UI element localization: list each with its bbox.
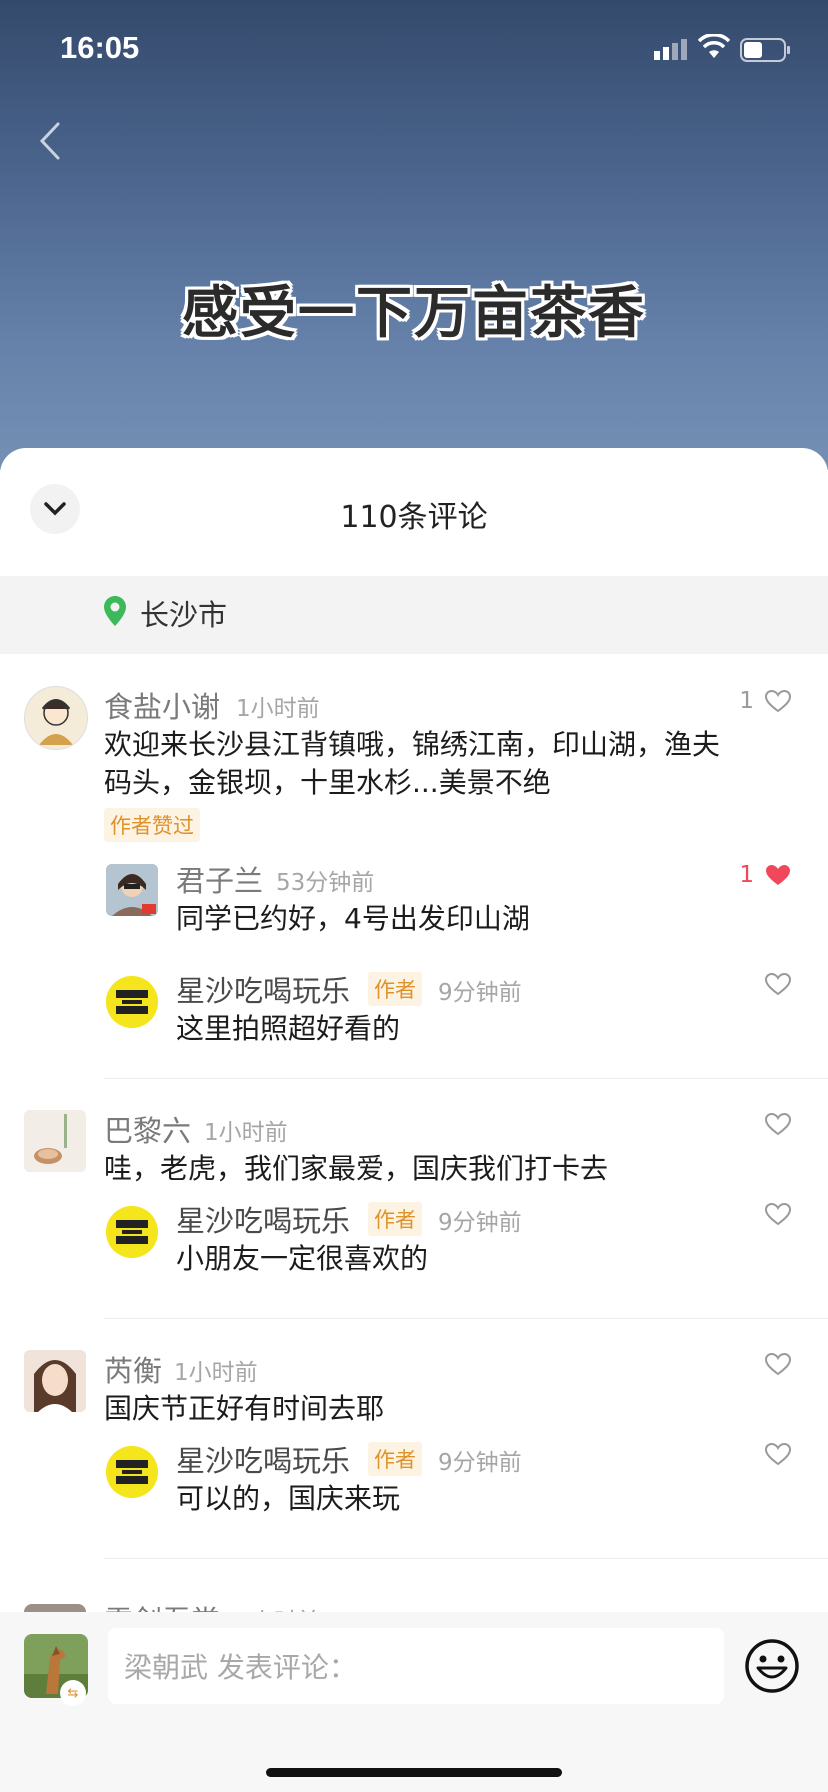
like-button[interactable] (764, 1352, 792, 1376)
switch-account-icon[interactable]: ⇆ (60, 1680, 86, 1706)
reply-time: 53分钟前 (276, 870, 375, 896)
author-liked-badge: 作者赞过 (104, 808, 200, 842)
heart-outline-icon (764, 1112, 792, 1136)
like-button[interactable] (764, 1442, 792, 1466)
author-badge: 作者 (368, 972, 422, 1006)
battery-icon (740, 38, 790, 62)
like-button[interactable]: 1 (739, 862, 792, 888)
comment-input-wrapper[interactable] (108, 1628, 724, 1706)
like-button[interactable] (764, 972, 792, 996)
comment-text-line: 欢迎来长沙县江背镇哦，锦绣江南，印山湖，渔夫 (104, 728, 721, 761)
comment-input-bar: ⇆ (0, 1612, 828, 1792)
comment-username[interactable]: 巴黎六 (104, 1108, 191, 1150)
comment-username[interactable]: 芮衡 (104, 1348, 162, 1390)
reply-time: 9分钟前 (438, 1210, 522, 1236)
wifi-icon (698, 34, 730, 58)
reply-text: 同学已约好，4号出发印山湖 (176, 902, 530, 935)
avatar[interactable] (24, 1110, 86, 1172)
avatar[interactable] (106, 1206, 158, 1258)
like-button[interactable] (764, 1112, 792, 1136)
reply-time: 9分钟前 (438, 1450, 522, 1476)
avatar[interactable] (24, 686, 88, 750)
divider (104, 1078, 828, 1079)
comment-time: 1小时前 (236, 696, 320, 722)
reply-time: 9分钟前 (438, 980, 522, 1006)
reply-username[interactable]: 星沙吃喝玩乐 (176, 968, 350, 1010)
comment-time: 1小时前 (204, 1120, 288, 1146)
heart-outline-icon (764, 1352, 792, 1376)
divider (104, 1318, 828, 1319)
like-count: 1 (739, 688, 754, 714)
reply-text: 小朋友一定很喜欢的 (176, 1242, 429, 1275)
like-count: 1 (739, 862, 754, 888)
avatar[interactable] (106, 864, 158, 916)
like-button[interactable] (764, 1202, 792, 1226)
comment-text: 国庆节正好有时间去耶 (104, 1392, 385, 1425)
location-pin-icon (104, 596, 126, 626)
back-arrow-icon[interactable] (30, 118, 70, 164)
avatar[interactable] (24, 1350, 86, 1412)
heart-outline-icon (764, 972, 792, 996)
heart-outline-icon (764, 689, 792, 713)
reply-username[interactable]: 君子兰 (176, 858, 263, 900)
location-bar[interactable]: 长沙市 (0, 576, 828, 654)
comment-count-title: 110条评论 (340, 500, 488, 535)
heart-outline-icon (764, 1202, 792, 1226)
avatar[interactable] (106, 1446, 158, 1498)
comment-time: 1小时前 (174, 1360, 258, 1386)
comment-text: 哇，老虎，我们家最爱，国庆我们打卡去 (104, 1152, 609, 1185)
location-text: 长沙市 (140, 598, 228, 632)
comment-text-line: 码头，金银坝，十里水杉...美景不绝 (104, 766, 551, 799)
heart-outline-icon (764, 1442, 792, 1466)
video-caption: 感受一下万亩茶香 (182, 281, 646, 346)
comment-sheet: 110条评论 长沙市 食盐小谢 1小时前 1 欢迎来长沙县江背镇哦，锦绣江南，印… (0, 448, 828, 1792)
heart-filled-icon (766, 865, 790, 885)
divider (104, 1558, 828, 1559)
reply-username[interactable]: 星沙吃喝玩乐 (176, 1198, 350, 1240)
comment-username[interactable]: 食盐小谢 (104, 684, 220, 726)
emoji-icon[interactable] (744, 1638, 800, 1694)
comment-input[interactable] (108, 1628, 706, 1706)
author-badge: 作者 (368, 1202, 422, 1236)
status-time: 16:05 (60, 30, 140, 65)
comment-text: 欢迎来长沙县江背镇哦，锦绣江南，印山湖，渔夫 码头，金银坝，十里水杉...美景不… (104, 726, 804, 802)
avatar[interactable] (106, 976, 158, 1028)
reply-text: 可以的，国庆来玩 (176, 1482, 401, 1515)
home-indicator (266, 1768, 562, 1777)
signal-icon (654, 39, 687, 60)
author-badge: 作者 (368, 1442, 422, 1476)
reply-username[interactable]: 星沙吃喝玩乐 (176, 1438, 350, 1480)
status-bar: 16:05 (0, 0, 828, 100)
reply-text: 这里拍照超好看的 (176, 1012, 401, 1045)
like-button[interactable]: 1 (739, 688, 792, 714)
